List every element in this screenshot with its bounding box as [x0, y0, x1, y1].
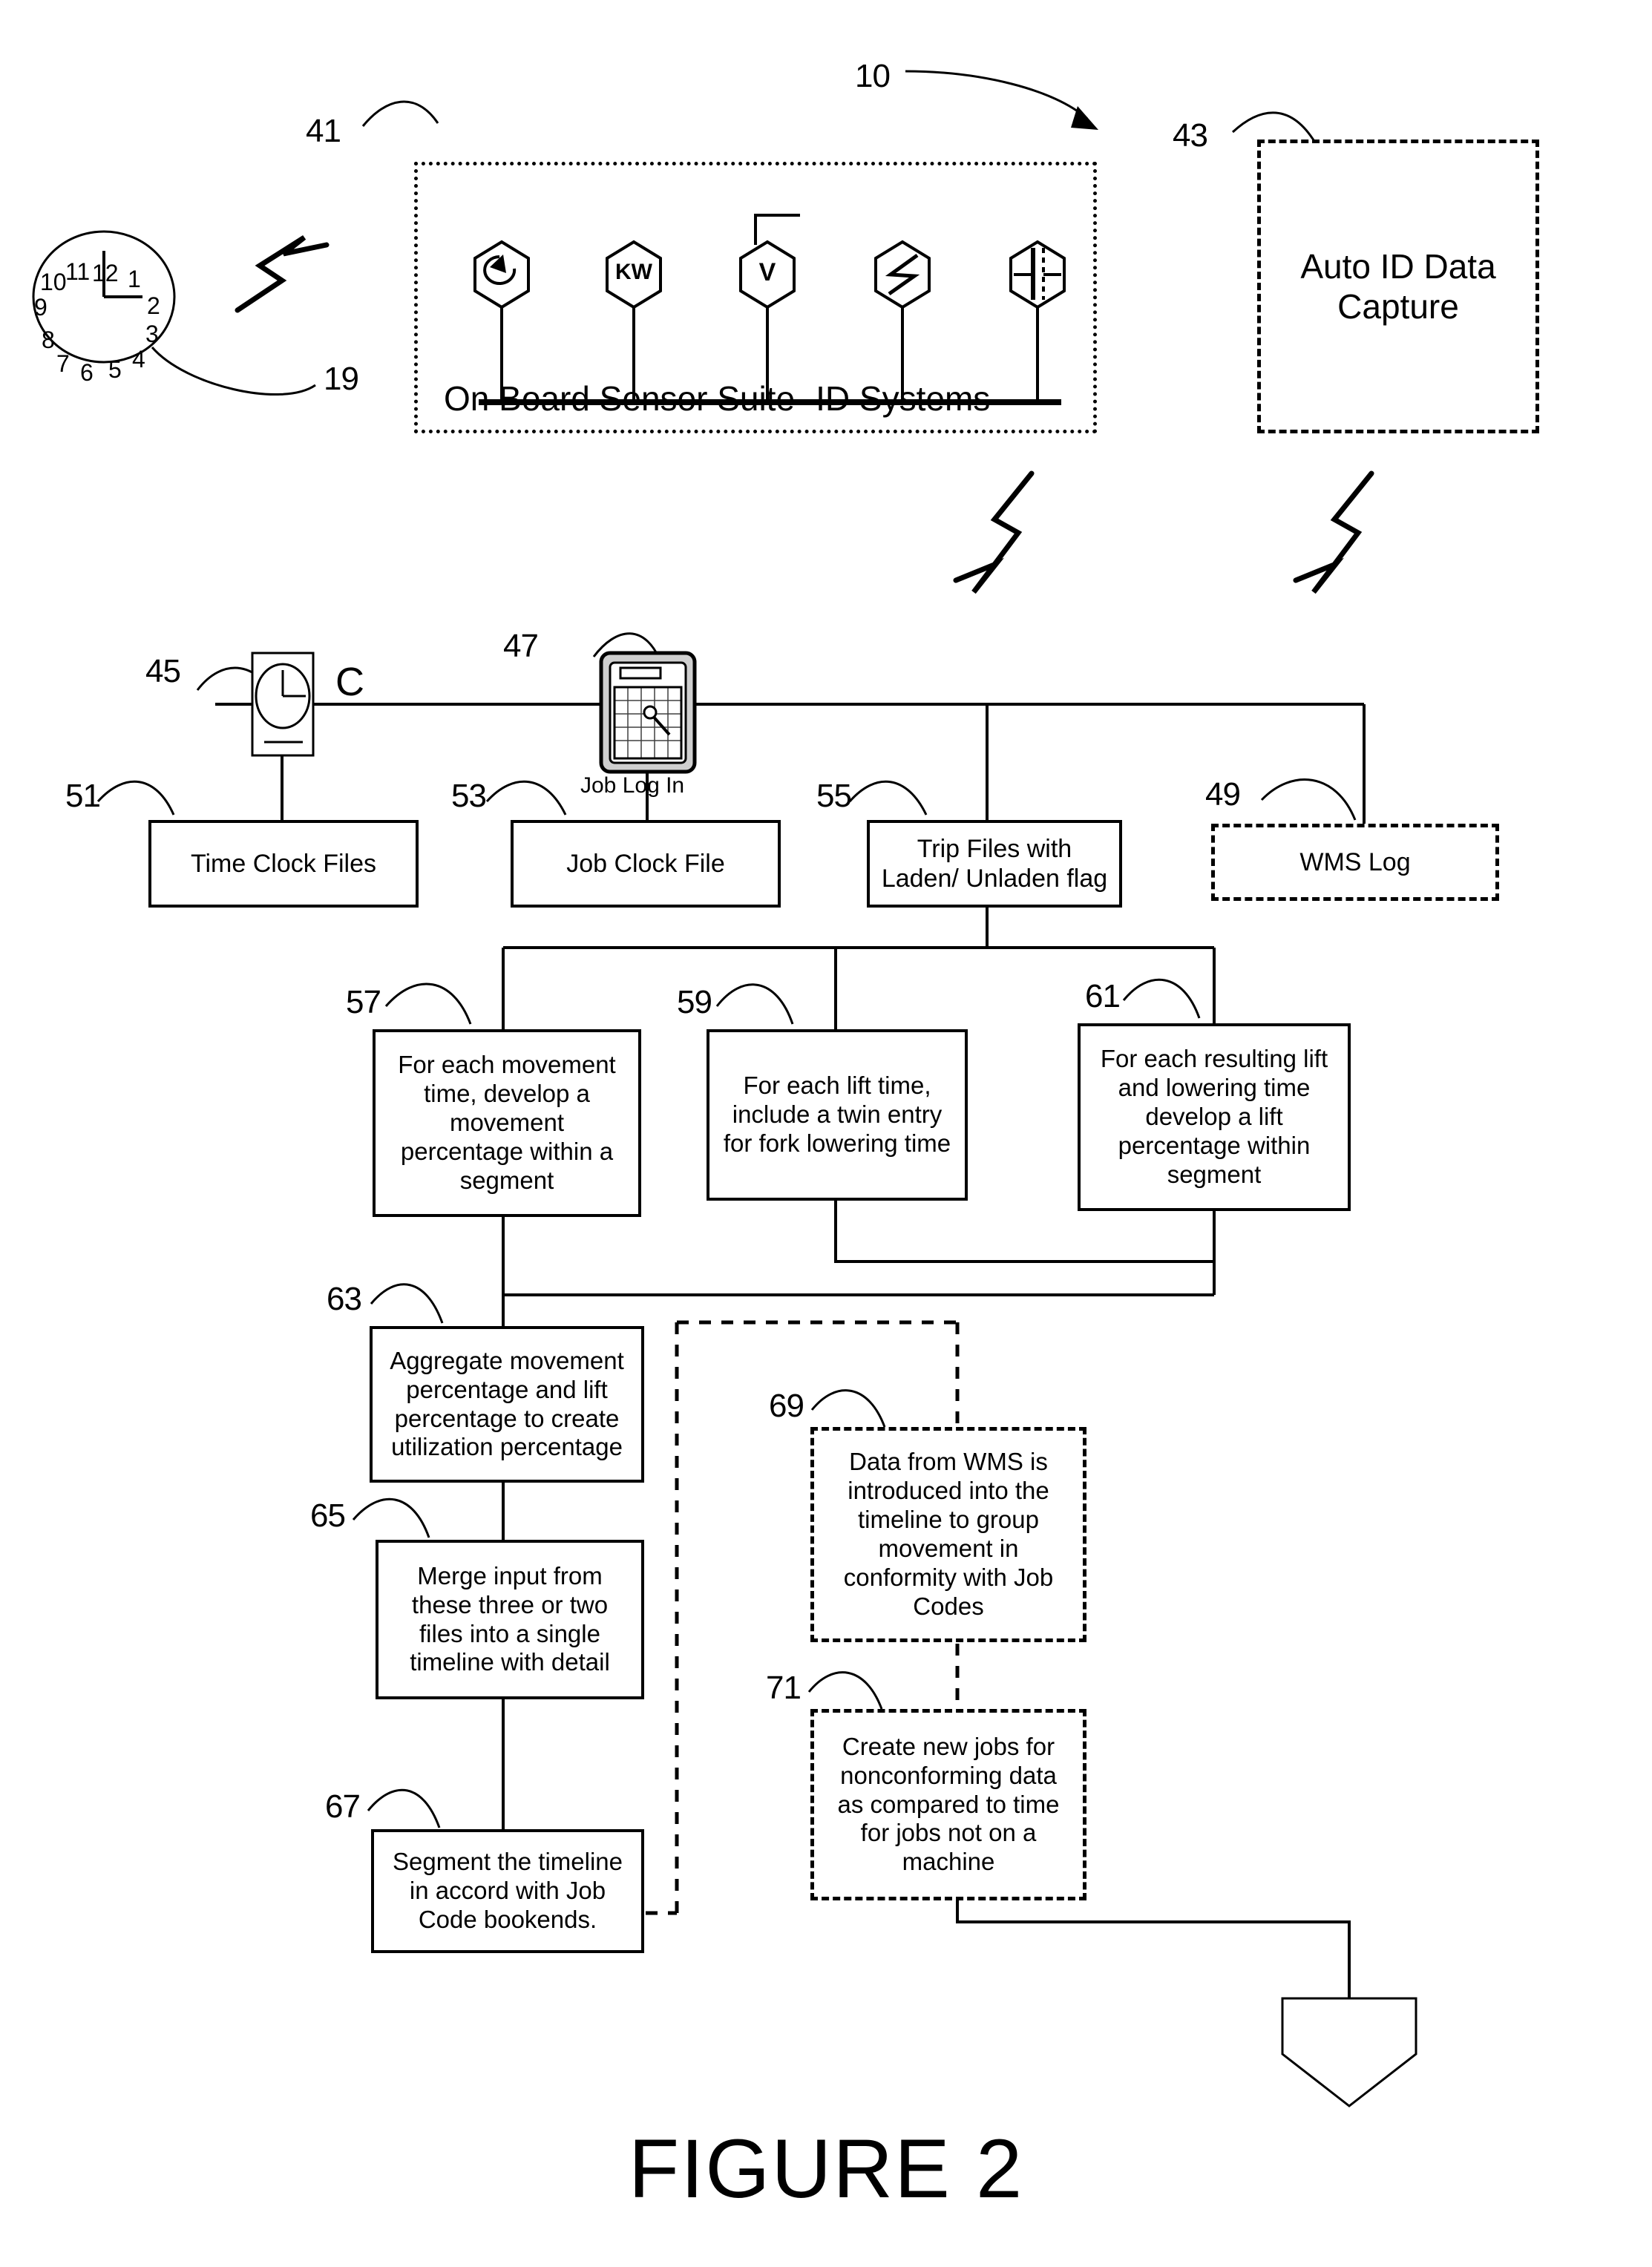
- leader-10: [905, 70, 1098, 130]
- clock-hour-7: 7: [56, 350, 70, 377]
- job-clock-file-box: Job Clock File: [511, 820, 781, 908]
- wireless-link-icon-1: [235, 235, 330, 313]
- ref-71: 71: [766, 1670, 802, 1706]
- patent-figure-sheet: 12 1 2 3 4 5 6 7 8 9 10 11 10 41 43 19 4…: [0, 0, 1652, 2267]
- clock-hour-11: 11: [65, 258, 91, 285]
- nonconforming-jobs-step-box: Create new jobs for nonconforming data a…: [810, 1709, 1086, 1900]
- leader-57: [384, 982, 472, 1025]
- auto-id-line1: Auto ID Data: [1300, 246, 1496, 286]
- leader-47: [592, 632, 663, 666]
- ref-53: 53: [451, 778, 487, 814]
- trip-files-box: Trip Files with Laden/ Unladen flag: [867, 820, 1122, 908]
- wireless-link-icon-3: [1293, 470, 1374, 594]
- ref-65: 65: [310, 1497, 346, 1534]
- ref-67: 67: [325, 1788, 361, 1825]
- segment-timeline-step-box: Segment the timeline in accord with Job …: [371, 1829, 644, 1953]
- leader-55: [848, 780, 928, 816]
- wms-log-box: WMS Log: [1211, 824, 1499, 901]
- ref-45: 45: [145, 653, 181, 689]
- clock-hour-4: 4: [132, 346, 145, 373]
- wms-log-label: WMS Log: [1299, 847, 1411, 876]
- leader-41: [361, 100, 439, 127]
- leader-45: [196, 666, 280, 706]
- clock-hour-6: 6: [80, 359, 94, 386]
- leader-53: [485, 780, 567, 816]
- ref-69: 69: [769, 1388, 804, 1424]
- ref-61: 61: [1085, 978, 1121, 1014]
- time-clock-files-label: Time Clock Files: [191, 849, 376, 878]
- ref-19: 19: [324, 361, 359, 397]
- handheld-terminal-icon: [599, 651, 697, 774]
- ref-47: 47: [503, 628, 539, 664]
- ref-41: 41: [306, 113, 341, 149]
- kw-text-icon: KW: [615, 260, 652, 284]
- leader-59: [715, 983, 794, 1025]
- movement-percentage-step-box: For each movement time, develop a moveme…: [373, 1029, 641, 1217]
- figure-caption: FIGURE 2: [628, 2122, 1024, 2215]
- twin-entry-step-label: For each lift time, include a twin entry…: [723, 1072, 951, 1157]
- leader-49: [1260, 778, 1357, 821]
- clock-hour-5: 5: [108, 356, 122, 383]
- time-clock-device-icon: [251, 652, 315, 757]
- trip-files-label: Trip Files with Laden/ Unladen flag: [881, 834, 1108, 893]
- lift-percentage-step-label: For each resulting lift and lowering tim…: [1100, 1045, 1328, 1188]
- clock-hour-9: 9: [34, 294, 47, 321]
- job-log-in-label: Job Log In: [580, 773, 685, 798]
- clock-hour-1: 1: [128, 266, 141, 292]
- nonconforming-jobs-step-label: Create new jobs for nonconforming data a…: [837, 1732, 1060, 1876]
- wireless-link-icon-2: [953, 470, 1035, 594]
- auto-id-line2: Capture: [1337, 287, 1459, 326]
- segment-timeline-step-label: Segment the timeline in accord with Job …: [392, 1848, 623, 1933]
- job-clock-file-label: Job Clock File: [566, 849, 725, 878]
- leader-71: [807, 1671, 883, 1710]
- ref-63: 63: [327, 1281, 362, 1317]
- clock-hour-10: 10: [40, 269, 67, 295]
- ref-59: 59: [677, 984, 712, 1020]
- clock-hour-8: 8: [42, 327, 55, 353]
- ref-10: 10: [855, 58, 891, 94]
- merge-timeline-step-box: Merge input from these three or two file…: [376, 1540, 644, 1699]
- clock-hour-12: 12: [92, 260, 119, 286]
- lift-percentage-step-box: For each resulting lift and lowering tim…: [1078, 1023, 1351, 1211]
- wms-grouping-step-label: Data from WMS is introduced into the tim…: [843, 1448, 1054, 1620]
- leader-61: [1122, 978, 1201, 1019]
- leader-63: [370, 1283, 444, 1324]
- clock-hour-2: 2: [147, 292, 160, 319]
- aggregate-utilization-step-box: Aggregate movement percentage and lift p…: [370, 1326, 644, 1483]
- ref-51: 51: [65, 778, 101, 814]
- leader-51: [96, 780, 175, 816]
- ref-55: 55: [816, 778, 852, 814]
- ref-57: 57: [346, 984, 381, 1020]
- ref-43: 43: [1173, 117, 1208, 154]
- leader-19: [151, 347, 316, 396]
- aggregate-utilization-step-label: Aggregate movement percentage and lift p…: [390, 1346, 624, 1461]
- voltage-text-icon: V: [758, 258, 776, 286]
- leader-43: [1231, 111, 1317, 143]
- network-bus-lines: [215, 703, 1366, 824]
- merge-timeline-step-label: Merge input from these three or two file…: [410, 1561, 610, 1676]
- twin-entry-step-box: For each lift time, include a twin entry…: [707, 1029, 968, 1201]
- time-clock-files-box: Time Clock Files: [148, 820, 419, 908]
- leader-67: [367, 1788, 441, 1828]
- clock-c-marker: C: [335, 660, 364, 704]
- terminator-pentagon-icon: [1281, 1997, 1417, 2107]
- movement-percentage-step-label: For each movement time, develop a moveme…: [398, 1051, 616, 1194]
- ref-49: 49: [1205, 776, 1241, 813]
- stylus-icon: [643, 705, 671, 736]
- clock-hour-3: 3: [145, 321, 159, 347]
- sensor-suite-label: On Board Sensor Suite -ID Systems: [444, 379, 991, 418]
- leader-65: [352, 1497, 430, 1538]
- auto-id-data-capture-box: Auto ID Data Capture: [1257, 140, 1539, 433]
- leader-69: [810, 1389, 886, 1428]
- wms-grouping-step-box: Data from WMS is introduced into the tim…: [810, 1427, 1086, 1642]
